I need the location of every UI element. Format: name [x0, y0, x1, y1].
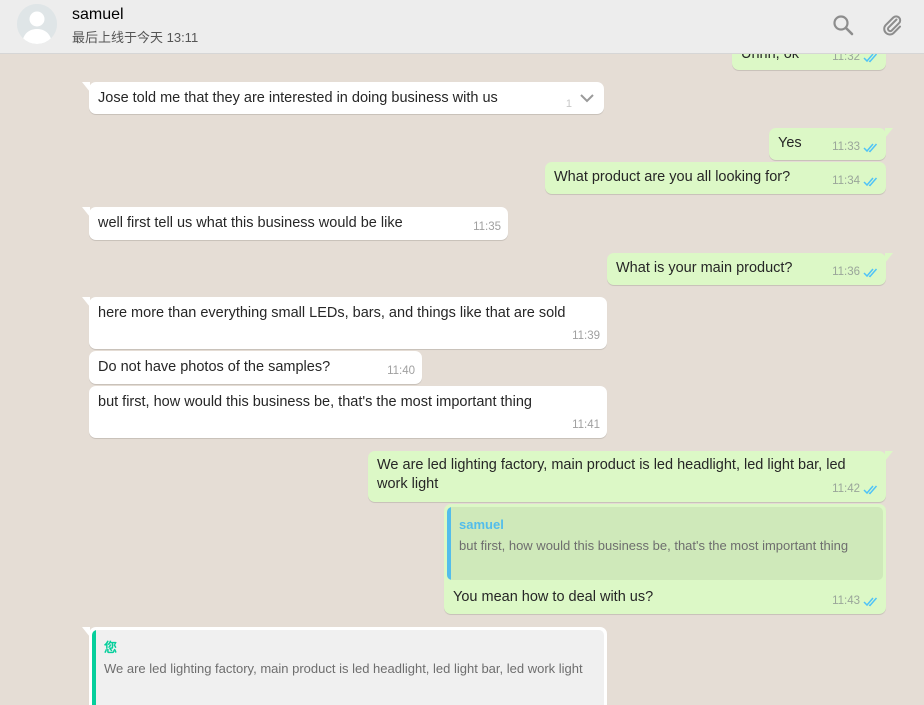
message-time: 11:40	[387, 365, 415, 377]
message-text: What is your main product?	[616, 260, 793, 276]
chat-header: samuel 最后上线于今天 13:11	[0, 0, 924, 54]
message-meta: 11:42	[832, 480, 879, 499]
message-list[interactable]: Uhhh, ok 11:32 Jose told me that they ar…	[0, 54, 924, 705]
message-bubble-incoming[interactable]: well first tell us what this business wo…	[82, 207, 508, 240]
bubble-tail	[82, 297, 90, 307]
message-text: You mean how to deal with us?	[453, 589, 654, 605]
message-text: Yes	[778, 135, 802, 151]
message-meta: 11:36	[832, 263, 879, 282]
message-meta: 11:41	[572, 416, 600, 435]
quoted-text: but first, how would this business be, t…	[459, 538, 849, 553]
bubble-tail	[885, 253, 893, 263]
message-text: We are led lighting factory, main produc…	[377, 457, 846, 492]
message-text: Jose told me that they are interested in…	[98, 90, 498, 106]
contact-name[interactable]: samuel	[72, 6, 124, 24]
message-text: Do not have photos of the samples?	[98, 359, 331, 375]
message-bubble-outgoing[interactable]: What is your main product? 11:36	[607, 253, 893, 285]
message-extra: 1	[565, 98, 572, 110]
message-bubble-incoming[interactable]: Do not have photos of the samples? 11:40	[89, 351, 422, 384]
message-meta: 11:43	[832, 592, 879, 611]
double-check-icon	[863, 143, 878, 153]
message-bubble-outgoing[interactable]: samuel but first, how would this busines…	[444, 504, 886, 614]
message-bubble-incoming[interactable]: 您 We are led lighting factory, main prod…	[82, 627, 607, 705]
bubble-tail	[82, 207, 90, 217]
quote-bar	[92, 630, 96, 705]
search-icon[interactable]	[831, 13, 855, 37]
quoted-author: samuel	[459, 517, 504, 532]
message-time: 11:33	[832, 141, 860, 153]
message-bubble-outgoing[interactable]: We are led lighting factory, main produc…	[368, 451, 893, 502]
message-text: What product are you all looking for?	[554, 169, 791, 185]
chevron-down-icon[interactable]	[577, 88, 597, 108]
double-check-icon	[863, 485, 878, 495]
last-seen-status: 最后上线于今天 13:11	[72, 30, 199, 45]
double-check-icon	[863, 597, 878, 607]
double-check-icon	[863, 54, 878, 63]
double-check-icon	[863, 177, 878, 187]
bubble-tail	[885, 451, 893, 461]
double-check-icon	[863, 268, 878, 278]
message-meta: 11:32	[832, 54, 879, 67]
quoted-message[interactable]: samuel but first, how would this busines…	[447, 507, 883, 580]
attach-icon[interactable]	[880, 13, 904, 37]
message-text: Uhhh, ok	[741, 54, 800, 62]
message-time: 11:34	[832, 175, 860, 187]
bubble-tail	[885, 128, 893, 138]
message-meta: 11:33	[832, 138, 879, 157]
message-meta: 11:35	[473, 218, 501, 237]
bubble-tail	[82, 627, 90, 637]
message-meta: 11:34	[832, 172, 879, 191]
message-time: 11:43	[832, 595, 860, 607]
message-text: well first tell us what this business wo…	[98, 215, 403, 231]
message-bubble-outgoing[interactable]: Uhhh, ok 11:32	[732, 54, 886, 70]
bubble-tail	[82, 82, 90, 92]
message-text: here more than everything small LEDs, ba…	[98, 305, 566, 321]
message-bubble-incoming[interactable]: here more than everything small LEDs, ba…	[82, 297, 607, 349]
message-meta: 11:40	[387, 362, 415, 381]
quote-bar	[447, 507, 451, 580]
message-meta: 11:39	[572, 327, 600, 346]
quoted-author: 您	[104, 640, 118, 655]
quoted-text: We are led lighting factory, main produc…	[104, 661, 583, 676]
quoted-message[interactable]: 您 We are led lighting factory, main prod…	[92, 630, 604, 705]
message-bubble-outgoing[interactable]: Yes 11:33	[769, 128, 893, 160]
message-time: 11:32	[832, 54, 860, 63]
message-bubble-outgoing[interactable]: What product are you all looking for? 11…	[545, 162, 886, 194]
contact-avatar[interactable]	[17, 4, 57, 44]
message-time: 11:35	[473, 221, 501, 233]
message-text: but first, how would this business be, t…	[98, 394, 532, 410]
message-time: 11:39	[572, 330, 600, 342]
message-bubble-incoming[interactable]: but first, how would this business be, t…	[89, 386, 607, 438]
message-time: 11:36	[832, 266, 860, 278]
message-time: 11:42	[832, 483, 860, 495]
message-bubble-incoming[interactable]: Jose told me that they are interested in…	[82, 82, 604, 114]
message-time: 11:41	[572, 419, 600, 431]
